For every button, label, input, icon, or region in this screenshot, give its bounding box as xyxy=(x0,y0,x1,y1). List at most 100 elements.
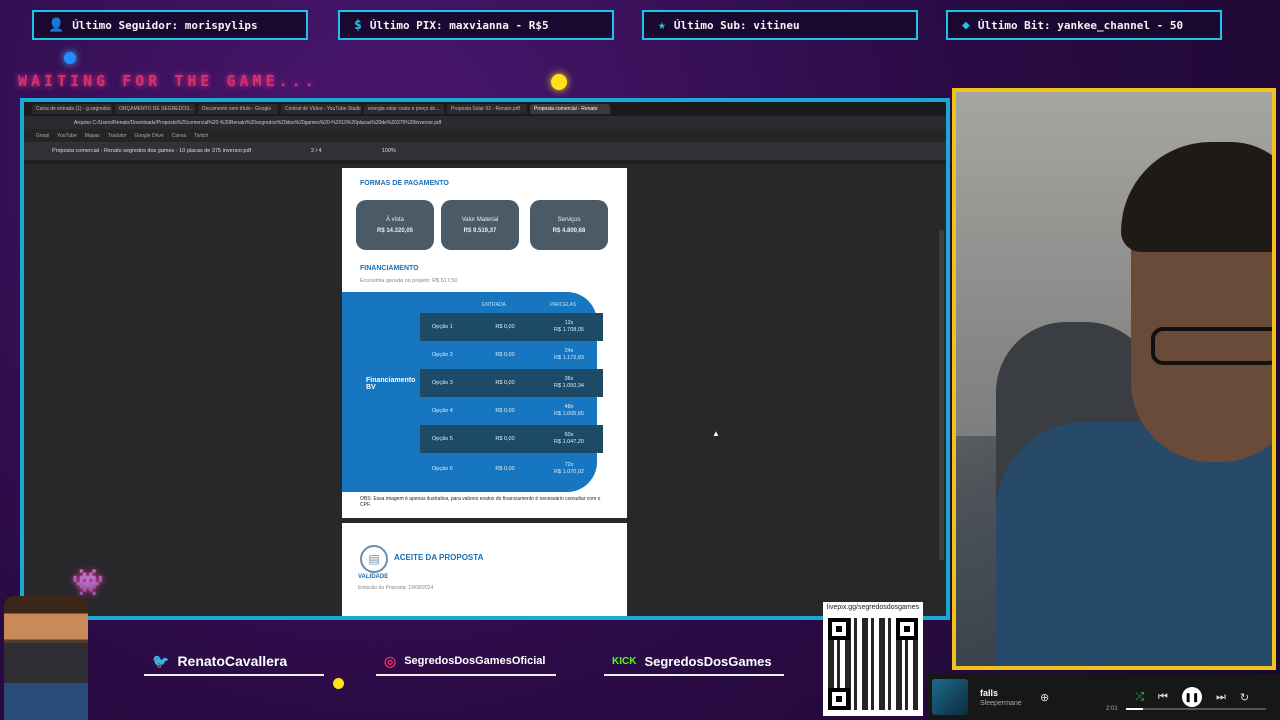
pdf-zoom[interactable]: 100% xyxy=(382,148,396,154)
track-artist: Sleepermane xyxy=(980,699,1022,707)
track-progress-fill xyxy=(1126,708,1143,710)
pause-button[interactable]: ❚❚ xyxy=(1181,687,1202,707)
bookmark-item[interactable]: YouTube xyxy=(57,133,77,139)
payment-section-title: FORMAS DE PAGAMENTO xyxy=(360,180,449,187)
pdf-page-indicator[interactable]: 2 / 4 xyxy=(311,148,322,154)
top-bar-bit: ◆ Último Bit: yankee_channel - 50 xyxy=(946,10,1222,40)
mouse-cursor-icon: ▲ xyxy=(712,429,720,438)
user-icon: 👤 xyxy=(48,17,65,33)
validade-title: VALIDADE xyxy=(358,574,389,580)
table-row: Opção 3 R$ 0,00 36x R$ 1.050,34 xyxy=(420,369,603,397)
bookmark-item[interactable]: Google Drive xyxy=(134,133,163,139)
qr-corner xyxy=(828,618,850,640)
financing-subtitle: Economia gerada no projeto: R$ 617,50 xyxy=(360,278,458,284)
validade-text: Emissão da Proposta: 19/08/2024 xyxy=(358,585,434,591)
top-bar-pix: $ Último PIX: maxvianna - R$5 xyxy=(338,10,614,40)
table-row: Opção 1 R$ 0,00 12x R$ 1.708,05 xyxy=(420,313,603,341)
screen-capture: Caixa de entrada (1) - g.segredos ORÇAME… xyxy=(20,98,950,620)
address-bar[interactable]: Arquivo C:/Users/Renato/Downloads/Propos… xyxy=(24,116,946,129)
browser-tab[interactable]: ORÇAMENTO DE SEGREDOS... xyxy=(115,104,195,114)
blue-orb-decoration xyxy=(64,52,76,64)
browser-tab[interactable]: energia solar custo e preço do... xyxy=(364,104,444,114)
browser-tab[interactable]: Documento sem título - Google xyxy=(198,104,278,114)
browser-tab-active[interactable]: Proposta comercial - Renato xyxy=(530,104,610,114)
instagram-icon: ◎ xyxy=(384,652,397,669)
qr-url: livepix.gg/segredosdosgames xyxy=(826,604,920,611)
shuffle-icon[interactable]: ⤮ xyxy=(1135,691,1144,704)
track-progress[interactable] xyxy=(1126,708,1266,710)
pdf-toolbar: Proposta comercial - Renato segredos dos… xyxy=(24,142,946,160)
album-art xyxy=(932,679,968,715)
financing-section-title: FINANCIAMENTO xyxy=(360,265,419,272)
track-title: falls xyxy=(980,687,999,698)
col-header-parcela: PARCELAS xyxy=(550,302,577,308)
dollar-icon: $ xyxy=(354,17,362,33)
table-row: Opção 5 R$ 0,00 60x R$ 1.047,20 xyxy=(420,425,603,453)
next-icon[interactable]: ⏭ xyxy=(1216,691,1226,704)
yellow-orb-decoration xyxy=(551,74,567,90)
repeat-icon[interactable]: ↻ xyxy=(1240,691,1249,704)
payment-card-avista: À vista R$ 14.320,05 xyxy=(356,200,434,250)
space-invader-icon: 👾 xyxy=(71,567,105,597)
card-label: Serviços xyxy=(557,216,581,223)
bookmark-item[interactable]: Twitch xyxy=(194,133,208,139)
track-info: falls Sleepermane xyxy=(980,688,1040,707)
track-time: 2:01 xyxy=(1106,706,1118,712)
music-player: falls Sleepermane ⊕ ⤮ ⏮ ❚❚ ⏭ ↻ 2:01 xyxy=(928,674,1280,720)
pdf-page-1: FORMAS DE PAGAMENTO À vista R$ 14.320,05… xyxy=(342,168,627,518)
bookmark-item[interactable]: Canva xyxy=(172,133,186,139)
social-twitter: 🐦 RenatoCavallera xyxy=(144,648,324,676)
bookmarks-bar: Gmail YouTube Mapas Tradutor Google Driv… xyxy=(24,129,946,142)
kick-icon: KICK xyxy=(612,655,637,667)
instagram-handle: SegredosDosGamesOficial xyxy=(404,655,546,667)
card-value: R$ 14.320,05 xyxy=(376,227,414,234)
pdf-page-2: ▤ ACEITE DA PROPOSTA VALIDADE Emissão da… xyxy=(342,523,627,616)
bookmark-item[interactable]: Mapas xyxy=(85,133,100,139)
top-bar-follower: 👤 Último Seguidor: morispylips xyxy=(32,10,308,40)
bookmark-item[interactable]: Tradutor xyxy=(108,133,127,139)
add-icon[interactable]: ⊕ xyxy=(1040,691,1049,704)
follower-text: Último Seguidor: morispylips xyxy=(72,18,258,32)
waiting-banner: WAITING FOR THE GAME... xyxy=(18,72,318,90)
browser-tabstrip: Caixa de entrada (1) - g.segredos ORÇAME… xyxy=(24,102,946,116)
browser-tab[interactable]: Central de Vídeo - YouTube Studio xyxy=(281,104,361,114)
qr-corner xyxy=(896,618,918,640)
qr-code-panel: livepix.gg/segredosdosgames xyxy=(823,602,923,716)
sub-text: Último Sub: vitineu xyxy=(673,18,800,32)
financing-note: OBS: Essa imagem é apenas ilustrativa, p… xyxy=(360,496,601,508)
pdf-title: Proposta comercial - Renato segredos dos… xyxy=(52,148,252,154)
webcam-feed xyxy=(952,88,1276,670)
financing-bank-label: Financiamento BV xyxy=(366,377,416,391)
twitter-handle: RenatoCavallera xyxy=(177,653,288,669)
pix-text: Último PIX: maxvianna - R$5 xyxy=(369,18,549,32)
bit-text: Último Bit: yankee_channel - 50 xyxy=(977,18,1184,32)
diamond-icon: ◆ xyxy=(962,17,970,33)
social-instagram: ◎ SegredosDosGamesOficial xyxy=(376,648,556,676)
aceite-title: ACEITE DA PROPOSTA xyxy=(394,553,484,562)
card-value: R$ 4.800,68 xyxy=(552,227,586,234)
table-row: Opção 6 R$ 0,00 72x R$ 1.070,02 xyxy=(432,461,584,475)
star-icon: ★ xyxy=(658,17,666,33)
document-icon: ▤ xyxy=(360,545,388,573)
qr-corner xyxy=(828,688,850,710)
kick-handle: SegredosDosGames xyxy=(644,653,772,669)
table-row: Opção 2 R$ 0,00 24x R$ 1.172,83 xyxy=(432,347,584,361)
browser-tab[interactable]: Caixa de entrada (1) - g.segredos xyxy=(32,104,112,114)
pixel-character-avatar xyxy=(4,596,88,720)
payment-card-material: Valor Material R$ 9.519,37 xyxy=(441,200,519,250)
pdf-scrollbar[interactable] xyxy=(939,230,944,560)
card-value: R$ 9.519,37 xyxy=(463,227,497,234)
webcam-glasses xyxy=(1151,327,1272,365)
top-bar-sub: ★ Último Sub: vitineu xyxy=(642,10,918,40)
payment-card-servicos: Serviços R$ 4.800,68 xyxy=(530,200,608,250)
col-header-entrada: ENTRADA xyxy=(482,302,506,308)
browser-tab[interactable]: Proposta Solar 02 - Renato.pdf xyxy=(447,104,527,114)
bookmark-item[interactable]: Gmail xyxy=(36,133,49,139)
card-label: À vista xyxy=(385,216,404,223)
social-kick: KICK SegredosDosGames xyxy=(604,648,784,676)
previous-icon[interactable]: ⏮ xyxy=(1158,691,1168,704)
pdf-viewer: FORMAS DE PAGAMENTO À vista R$ 14.320,05… xyxy=(24,164,946,616)
card-label: Valor Material xyxy=(461,216,499,223)
table-row: Opção 4 R$ 0,00 48x R$ 1.005,65 xyxy=(432,403,584,417)
yellow-orb-decoration xyxy=(333,678,344,689)
